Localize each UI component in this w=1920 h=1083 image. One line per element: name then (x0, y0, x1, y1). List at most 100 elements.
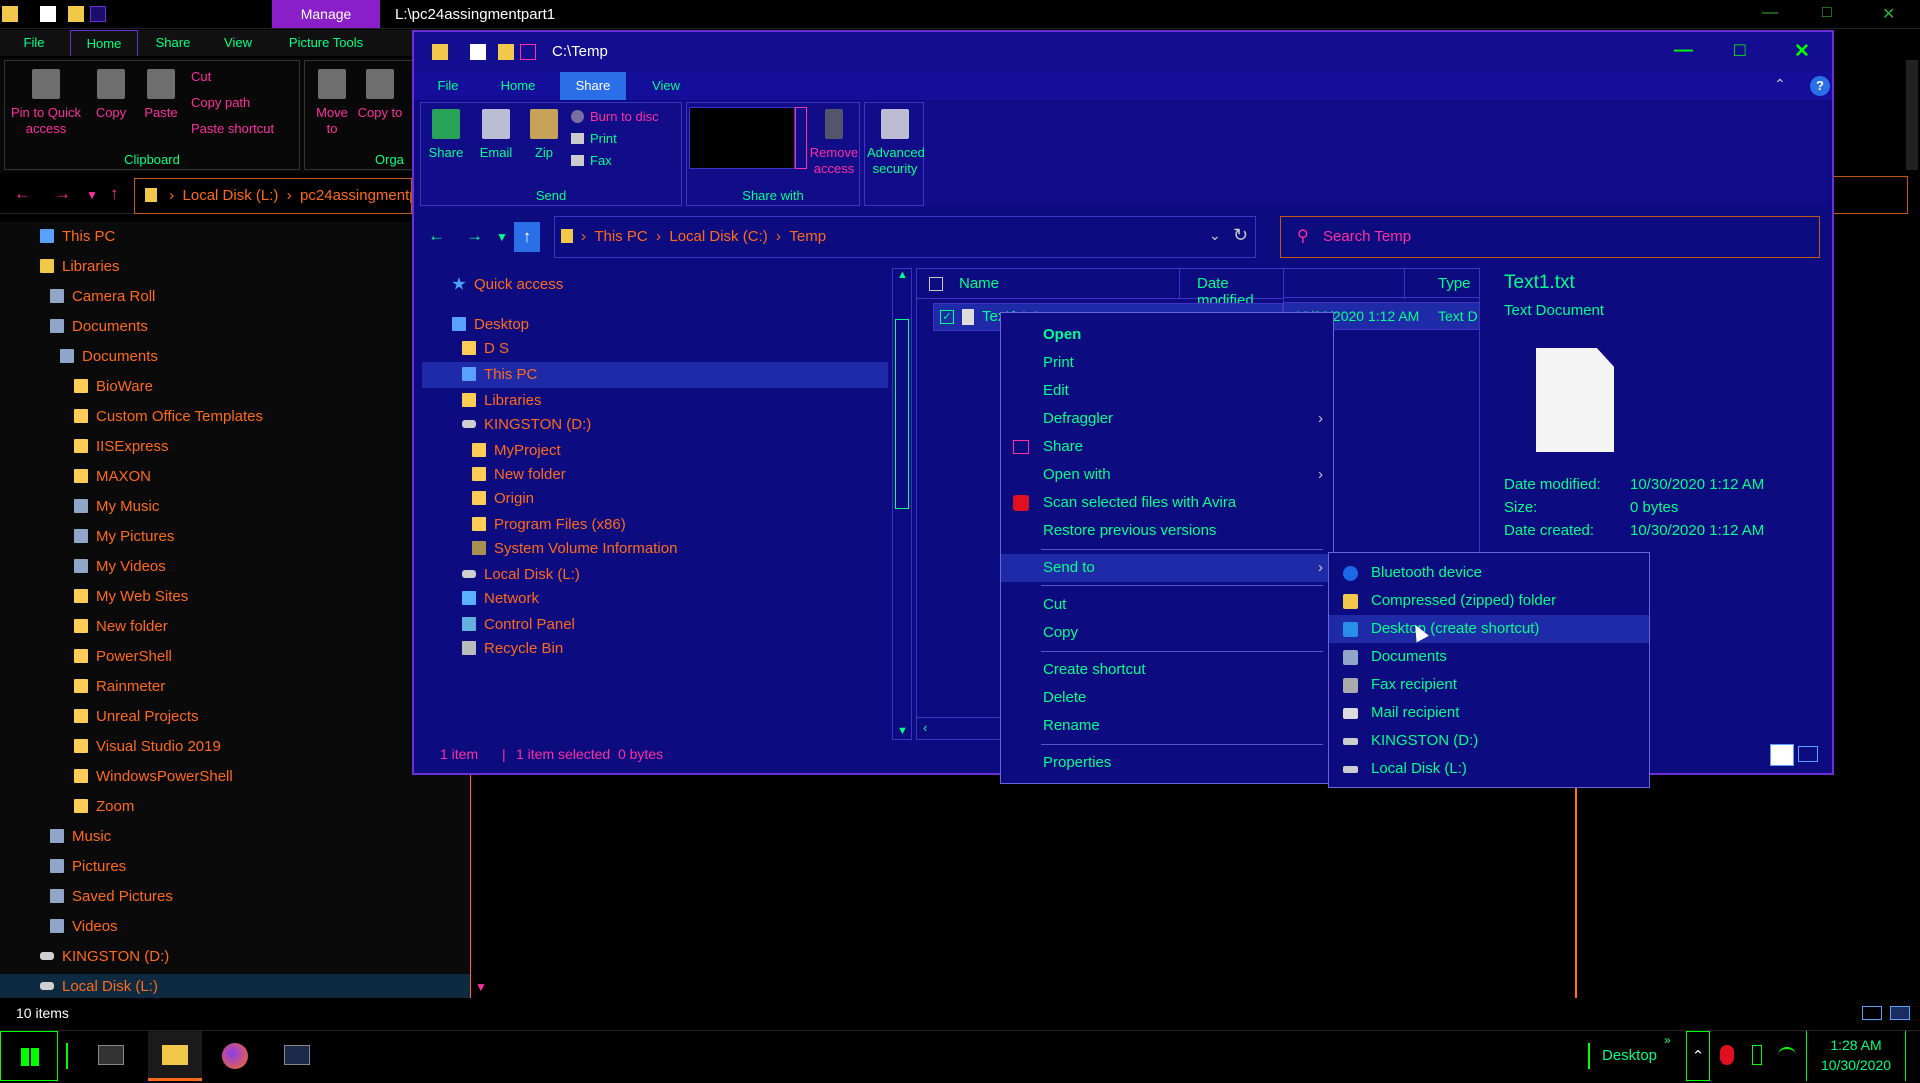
tree-item[interactable]: Libraries (462, 388, 542, 414)
tree-item[interactable]: MAXON (74, 464, 151, 490)
menu-item-delete[interactable]: Delete (1001, 684, 1333, 712)
manage-context-tab[interactable]: Manage (272, 0, 380, 28)
tree-item[interactable]: Libraries (40, 254, 120, 280)
explorer-taskbar-button[interactable] (148, 1031, 202, 1081)
firefox-taskbar-button[interactable] (210, 1031, 260, 1081)
show-hidden-icons-icon[interactable]: ⌃ (1686, 1031, 1710, 1081)
start-button[interactable] (0, 1031, 58, 1081)
tree-item[interactable]: Videos (50, 914, 118, 940)
tree-item[interactable]: Camera Roll (50, 284, 155, 310)
scroll-left-icon[interactable]: ‹ (923, 720, 927, 735)
menu-item-restore-versions[interactable]: Restore previous versions (1001, 517, 1333, 545)
tree-item[interactable]: Saved Pictures (50, 884, 173, 910)
tree-item[interactable]: Documents (50, 314, 148, 340)
search-input[interactable]: ⚲ Search Temp (1280, 216, 1820, 258)
menu-item-scan-avira[interactable]: Scan selected files with Avira (1001, 489, 1333, 517)
zip-button[interactable]: Zip (527, 109, 561, 161)
tray-usb-icon[interactable] (1744, 1031, 1770, 1081)
tree-item[interactable]: WindowsPowerShell (74, 764, 233, 790)
close-icon[interactable]: ✕ (1882, 4, 1895, 24)
tree-item[interactable]: IISExpress (74, 434, 169, 460)
refresh-icon[interactable]: ↻ (1233, 225, 1248, 246)
row-checkbox[interactable]: ✓ (940, 310, 954, 324)
up-arrow-icon[interactable]: ↑ (514, 222, 540, 252)
tray-network-icon[interactable] (1774, 1031, 1800, 1081)
tree-item[interactable]: New folder (472, 462, 566, 488)
breadcrumb-temp[interactable]: Temp (789, 228, 826, 245)
tree-item[interactable]: Music (50, 824, 111, 850)
collapse-ribbon-icon[interactable]: ⌃ (1774, 76, 1786, 93)
share-with-scroll[interactable] (795, 107, 807, 169)
tree-item[interactable]: Program Files (x86) (472, 512, 626, 538)
tab-file[interactable]: File (0, 30, 68, 56)
breadcrumb-folder[interactable]: pc24assingmentp (300, 187, 411, 204)
tree-item[interactable]: Documents (60, 344, 158, 370)
large-icons-view-icon[interactable] (1890, 1006, 1910, 1020)
column-type[interactable]: Type (1438, 275, 1471, 292)
tree-item-quick-access[interactable]: Quick access (452, 272, 563, 298)
back-arrow-icon[interactable]: ← (14, 184, 31, 204)
tree-item[interactable]: New folder (74, 614, 168, 640)
burn-to-disc-button[interactable]: Burn to disc (571, 109, 659, 124)
tree-item-desktop[interactable]: Desktop (452, 312, 529, 338)
tab-view[interactable]: View (208, 30, 268, 56)
details-view-icon[interactable] (1862, 1006, 1882, 1020)
desktop-toolbar[interactable]: Desktop (1602, 1031, 1664, 1081)
forward-arrow-icon[interactable]: → (466, 226, 483, 246)
tree-item[interactable]: D S (462, 336, 509, 362)
menu-item-send-to[interactable]: Send to › (1001, 554, 1333, 582)
email-button[interactable]: Email (475, 109, 517, 161)
menu-item-copy[interactable]: Copy (1001, 619, 1333, 647)
scroll-thumb[interactable] (895, 319, 909, 509)
remove-access-button[interactable]: Remove access (809, 109, 859, 177)
large-icons-view-icon[interactable] (1798, 746, 1818, 762)
tab-share[interactable]: Share (140, 30, 206, 56)
fax-button[interactable]: Fax (571, 153, 612, 168)
back-address-bar[interactable]: › Local Disk (L:) › pc24assingmentp (134, 178, 412, 214)
share-button[interactable]: Share (425, 109, 467, 161)
maximize-icon[interactable]: □ (1822, 4, 1832, 22)
send-to-mail[interactable]: Mail recipient (1329, 699, 1649, 727)
menu-item-create-shortcut[interactable]: Create shortcut (1001, 656, 1333, 684)
clock[interactable]: 1:28 AM 10/30/2020 (1806, 1031, 1906, 1081)
tree-item[interactable]: Rainmeter (74, 674, 165, 700)
tab-home[interactable]: Home (70, 30, 138, 56)
help-icon[interactable]: ? (1810, 76, 1830, 96)
cut-button[interactable]: Cut (191, 69, 211, 84)
copy-button[interactable]: Copy (89, 69, 133, 121)
tree-item[interactable]: BioWare (74, 374, 153, 400)
address-dropdown-icon[interactable]: ⌄ (1209, 227, 1221, 244)
tree-item[interactable]: Zoom (74, 794, 134, 820)
forward-arrow-icon[interactable]: → (54, 184, 71, 204)
properties-icon[interactable] (470, 44, 486, 60)
pin-quick-access-button[interactable]: Pin to Quick access (7, 69, 85, 137)
menu-item-print[interactable]: Print (1001, 349, 1333, 377)
up-arrow-icon[interactable]: ↑ (110, 184, 119, 204)
tree-item[interactable]: KINGSTON (D:) (40, 944, 169, 970)
send-to-bluetooth[interactable]: Bluetooth device (1329, 559, 1649, 587)
show-desktop-button[interactable] (1910, 1031, 1920, 1081)
tree-item[interactable]: Pictures (50, 854, 126, 880)
copy-to-button[interactable]: Copy to (357, 69, 403, 121)
column-name[interactable]: Name (959, 275, 999, 292)
tree-item[interactable]: My Pictures (74, 524, 174, 550)
menu-item-properties[interactable]: Properties (1001, 749, 1333, 777)
menu-item-open-with[interactable]: Open with › (1001, 461, 1333, 489)
powershell-taskbar-button[interactable] (272, 1031, 322, 1081)
maximize-icon[interactable]: □ (1734, 40, 1745, 62)
paste-shortcut-button[interactable]: Paste shortcut (191, 121, 274, 136)
close-icon[interactable]: ✕ (1794, 40, 1810, 63)
move-to-button[interactable]: Move to (309, 69, 355, 137)
tree-item-this-pc[interactable]: This PC (422, 362, 888, 388)
send-to-fax[interactable]: Fax recipient (1329, 671, 1649, 699)
menu-item-cut[interactable]: Cut (1001, 591, 1333, 619)
advanced-security-button[interactable]: Advanced security (867, 109, 925, 177)
scroll-down-icon[interactable]: ▼ (475, 980, 487, 994)
tree-item[interactable]: Network (462, 586, 539, 612)
scroll-down-icon[interactable]: ▼ (897, 725, 908, 737)
print-button[interactable]: Print (571, 131, 617, 146)
recent-locations-icon[interactable]: ▼ (496, 230, 508, 244)
tree-item[interactable]: My Music (74, 494, 159, 520)
share-with-list[interactable] (689, 107, 795, 169)
menu-item-defraggler[interactable]: Defraggler › (1001, 405, 1333, 433)
